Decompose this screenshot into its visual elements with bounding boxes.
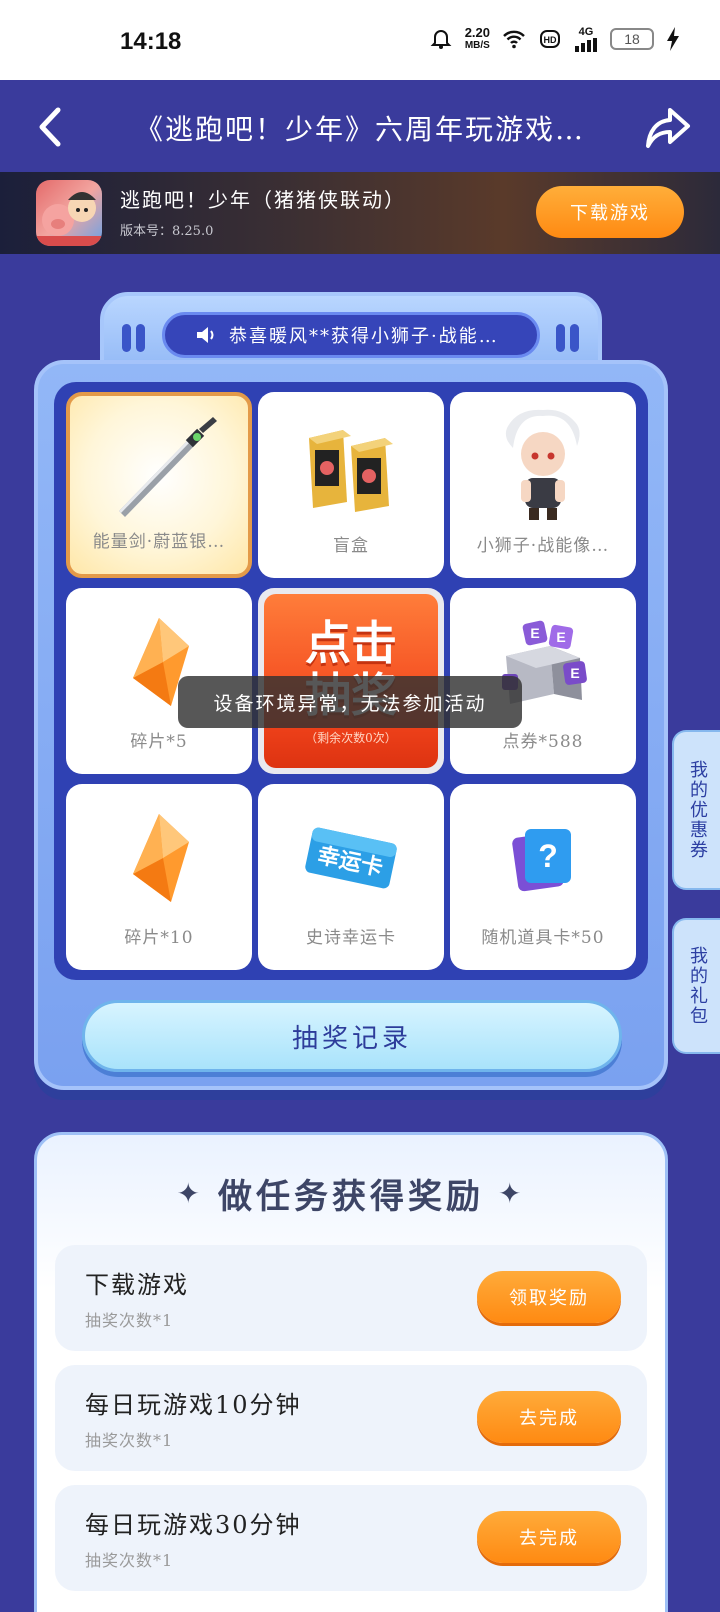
side-tab-label: 我的优惠券	[687, 760, 708, 860]
blind-box-icon	[309, 430, 393, 512]
decor-bars-left	[122, 324, 146, 352]
chevron-left-icon[interactable]	[30, 102, 74, 152]
task-row: 下载游戏 抽奖次数*1 领取奖励	[55, 1245, 647, 1351]
task-name: 每日玩游戏10分钟	[85, 1391, 302, 1419]
side-tab-label: 我的礼包	[687, 946, 708, 1026]
task-name: 每日玩游戏30分钟	[85, 1511, 302, 1539]
go-complete-button[interactable]: 去完成	[477, 1511, 621, 1563]
sword-icon	[119, 417, 217, 517]
prize-cell-blind-box[interactable]: 盲盒	[258, 392, 444, 578]
lucky-card-icon: 幸运卡	[305, 827, 397, 889]
sparkle-icon: ✦	[176, 1177, 204, 1210]
task-reward: 抽奖次数*1	[85, 1311, 174, 1330]
net-speed: 2.20 MB/S	[464, 25, 490, 51]
task-row: 每日玩游戏30分钟 抽奖次数*1 去完成	[55, 1485, 647, 1591]
svg-text:E: E	[530, 625, 539, 641]
decor-bars-right	[556, 324, 580, 352]
download-game-button[interactable]: 下载游戏	[536, 186, 684, 238]
my-gifts-tab[interactable]: 我的礼包	[672, 918, 720, 1054]
prize-label: 碎片*5	[130, 732, 188, 752]
status-icons: 2.20 MB/S HD 4G 18	[429, 26, 680, 52]
prize-label: 碎片*10	[124, 928, 194, 948]
game-name: 逃跑吧！少年（猪猪侠联动）	[120, 188, 406, 212]
game-banner: 逃跑吧！少年（猪猪侠联动） 版本号：8.25.0 下载游戏	[0, 172, 720, 268]
my-coupons-tab[interactable]: 我的优惠券	[672, 730, 720, 890]
battery-indicator: 18	[610, 28, 654, 50]
game-app-icon[interactable]	[36, 180, 102, 246]
winner-marquee: 恭喜暖风**获得小狮子·战能…	[162, 312, 540, 358]
prize-cell-lucky-card[interactable]: 幸运卡 史诗幸运卡	[258, 784, 444, 970]
cell-signal: 4G	[574, 26, 598, 52]
wifi-icon	[503, 30, 525, 49]
error-toast: 设备环境异常，无法参加活动	[178, 676, 522, 728]
claim-reward-button[interactable]: 领取奖励	[477, 1271, 621, 1323]
go-complete-button[interactable]: 去完成	[477, 1391, 621, 1443]
notification-icon	[430, 30, 452, 49]
draw-record-button[interactable]: 抽奖记录	[82, 1000, 622, 1072]
crystal-icon	[133, 814, 189, 902]
charging-icon	[667, 27, 679, 51]
task-reward: 抽奖次数*1	[85, 1431, 174, 1450]
prize-label: 小狮子·战能像…	[476, 536, 610, 556]
pig-hero-icon	[36, 192, 102, 246]
prize-label: 史诗幸运卡	[306, 928, 396, 948]
game-version: 版本号：8.25.0	[120, 224, 214, 239]
sparkle-icon: ✦	[498, 1177, 526, 1210]
svg-text:E: E	[556, 629, 565, 645]
task-name: 下载游戏	[85, 1271, 189, 1299]
prize-cell-lion-figure[interactable]: 小狮子·战能像…	[450, 392, 636, 578]
signal-bars-icon	[575, 37, 597, 52]
speaker-icon	[197, 327, 214, 343]
marquee-text: 恭喜暖风**获得小狮子·战能…	[229, 326, 499, 347]
hd-icon: HD	[540, 30, 560, 48]
prize-cell-fragment-10[interactable]: 碎片*10	[66, 784, 252, 970]
prize-label: 随机道具卡*50	[481, 928, 605, 948]
prize-label: 盲盒	[333, 536, 369, 556]
page-title: 《逃跑吧！少年》六周年玩游戏…	[134, 113, 585, 146]
mystery-card-icon: ?	[512, 829, 571, 892]
prize-cell-mystery-card[interactable]: ? 随机道具卡*50	[450, 784, 636, 970]
svg-text:?: ?	[538, 838, 558, 874]
tasks-panel: ✦ 做任务获得奖励 ✦ 下载游戏 抽奖次数*1 领取奖励 每日玩游戏10分钟 抽…	[34, 1132, 668, 1612]
prize-label: 点券*588	[502, 732, 584, 752]
draw-remaining: （剩余次数0次）	[305, 730, 397, 745]
status-bar: 14:18 2.20 MB/S HD 4G 18	[0, 0, 720, 80]
header: 《逃跑吧！少年》六周年玩游戏…	[0, 80, 720, 172]
figure-icon	[505, 409, 580, 520]
draw-label-1: 点击	[305, 615, 397, 670]
svg-text:E: E	[570, 665, 579, 681]
svg-text:HD: HD	[544, 35, 557, 45]
task-row: 每日玩游戏10分钟 抽奖次数*1 去完成	[55, 1365, 647, 1471]
prize-label: 能量剑·蔚蓝银…	[92, 532, 226, 552]
task-reward: 抽奖次数*1	[85, 1551, 174, 1570]
tasks-heading: ✦ 做任务获得奖励 ✦	[176, 1177, 526, 1217]
prize-cell-sword[interactable]: 能量剑·蔚蓝银…	[66, 392, 252, 578]
share-icon[interactable]	[644, 104, 692, 150]
status-time: 14:18	[120, 28, 182, 55]
